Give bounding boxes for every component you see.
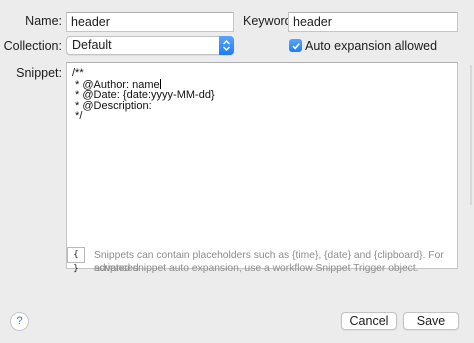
help-button[interactable]: ? bbox=[10, 312, 29, 331]
insert-placeholder-button[interactable]: { } bbox=[67, 247, 85, 274]
name-label: Name: bbox=[25, 14, 62, 28]
collection-select-value: Default bbox=[72, 38, 112, 52]
snippet-line: * @Description: bbox=[72, 99, 152, 112]
snippet-text: /** * @Author: name * @Date: {date:yyyy-… bbox=[72, 68, 215, 122]
collection-label: Collection: bbox=[3, 39, 62, 53]
keyword-input[interactable]: header bbox=[288, 12, 458, 32]
snippet-line: /** bbox=[72, 67, 84, 79]
collection-select[interactable]: Default bbox=[66, 36, 234, 55]
cancel-button[interactable]: Cancel bbox=[341, 312, 397, 330]
save-button[interactable]: Save bbox=[403, 312, 459, 330]
auto-expansion-checkbox[interactable] bbox=[289, 39, 302, 52]
scrollbar[interactable] bbox=[470, 65, 472, 205]
snippet-label: Snippet: bbox=[16, 66, 62, 80]
name-input[interactable]: header bbox=[66, 12, 234, 32]
snippet-line: */ bbox=[72, 110, 83, 122]
select-stepper-icon bbox=[219, 36, 234, 55]
text-caret bbox=[159, 78, 161, 89]
hint-line-2: scripted snippet auto expansion, use a w… bbox=[94, 263, 419, 274]
checkmark-icon bbox=[291, 42, 300, 50]
snippet-editor[interactable]: /** * @Author: name * @Date: {date:yyyy-… bbox=[66, 62, 458, 269]
snippet-line: * @Date: {date:yyyy-MM-dd} bbox=[72, 89, 215, 101]
auto-expansion-label[interactable]: Auto expansion allowed bbox=[305, 39, 437, 53]
